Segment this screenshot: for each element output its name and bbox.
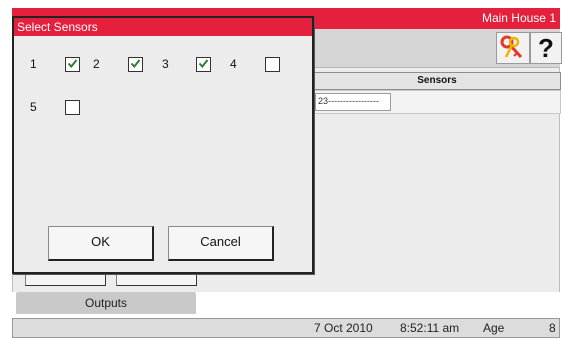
table-row[interactable]: 23-----------------	[313, 90, 561, 114]
select-sensors-dialog: Select Sensors 1 2 3 4 5 OK Cancel	[12, 16, 314, 274]
sensor-number-4: 4	[230, 57, 237, 71]
tab-outputs[interactable]: Outputs	[16, 292, 196, 314]
keys-button[interactable]	[496, 32, 530, 64]
sensors-cell[interactable]: 23-----------------	[315, 93, 391, 111]
sensor-checkbox-2[interactable]	[128, 57, 143, 72]
sensor-number-1: 1	[30, 57, 37, 71]
help-button[interactable]: ?	[530, 32, 562, 64]
sensor-checkbox-5[interactable]	[65, 100, 80, 115]
checkmark-icon	[198, 59, 209, 69]
help-icon: ?	[538, 33, 554, 63]
sensor-number-5: 5	[30, 100, 37, 114]
status-age-value: 8	[549, 321, 556, 335]
keys-icon	[500, 35, 523, 59]
sensor-checkbox-4[interactable]	[265, 57, 280, 72]
sensor-number-2: 2	[93, 57, 100, 71]
dialog-title: Select Sensors	[14, 18, 312, 36]
sensors-column-header: Sensors	[313, 72, 561, 90]
app-title: Main House 1	[481, 11, 556, 25]
status-age-label: Age	[483, 321, 505, 335]
status-date: 7 Oct 2010	[314, 321, 373, 335]
status-bar: 7 Oct 2010 8:52:11 am Age 8	[12, 318, 560, 338]
ok-button[interactable]: OK	[48, 226, 154, 261]
status-time: 8:52:11 am	[400, 321, 460, 335]
dialog-body: 1 2 3 4 5 OK Cancel	[14, 36, 312, 272]
sensor-checkbox-3[interactable]	[196, 57, 211, 72]
cancel-button[interactable]: Cancel	[168, 226, 274, 261]
checkmark-icon	[130, 59, 141, 69]
sensor-number-3: 3	[162, 57, 169, 71]
sensor-checkbox-1[interactable]	[65, 57, 80, 72]
checkmark-icon	[67, 59, 78, 69]
tab-strip: Outputs	[12, 292, 560, 314]
